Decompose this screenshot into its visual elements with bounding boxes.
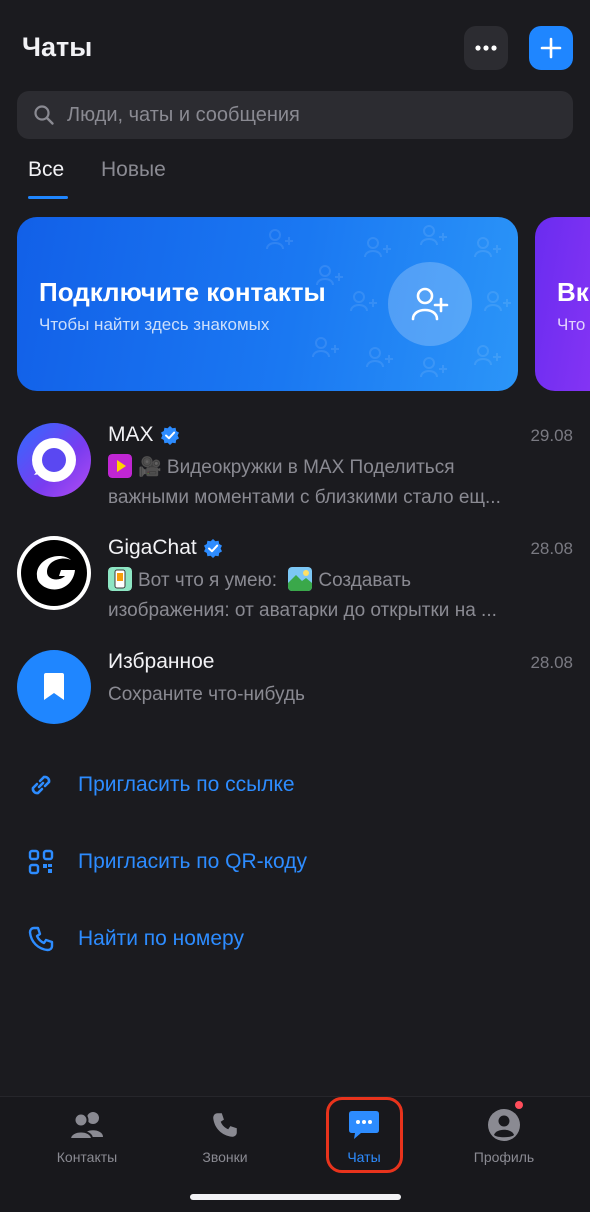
landscape-picture-icon xyxy=(288,567,313,591)
add-user-icon xyxy=(411,287,449,321)
phone-icon xyxy=(27,925,55,953)
verified-badge-icon xyxy=(203,539,222,558)
gigachat-logo-icon xyxy=(21,540,87,606)
chat-title: MAX xyxy=(108,423,154,446)
chat-preview-line2: изображения: от аватарки до открытки на … xyxy=(108,600,497,621)
chat-title: Избранное xyxy=(108,650,215,673)
chat-preview: Вот что я умею: Создавать изображения: о… xyxy=(108,566,553,626)
chat-name: Избранное xyxy=(108,650,214,674)
search-bar[interactable] xyxy=(17,91,573,139)
second-banner-title: Вк xyxy=(557,277,589,307)
qr-code-icon xyxy=(27,848,55,876)
profile-icon xyxy=(486,1107,522,1143)
tab-all[interactable]: Все xyxy=(28,158,64,182)
contacts-icon xyxy=(69,1107,105,1143)
chat-preview-line1: Сохраните что-нибудь xyxy=(108,684,305,705)
link-icon xyxy=(27,771,55,799)
verified-badge-icon xyxy=(160,426,179,445)
phone-icon xyxy=(207,1107,243,1143)
banner-add-contact-button[interactable] xyxy=(388,262,472,346)
nav-contacts[interactable]: Контакты xyxy=(27,1107,147,1173)
search-icon xyxy=(33,104,55,126)
chat-title: GigaChat xyxy=(108,536,197,559)
chat-name: GigaChat xyxy=(108,536,223,560)
chat-preview: Сохраните что-нибудь xyxy=(108,680,553,710)
bookmark-icon xyxy=(44,673,64,700)
second-banner[interactable]: Вк Что xyxy=(535,217,590,391)
nav-calls[interactable]: Звонки xyxy=(165,1107,285,1173)
chat-preview-line2: важными моментами с близкими стало ещ... xyxy=(108,487,501,508)
plus-icon xyxy=(540,37,562,59)
chat-preview: 🎥 Видеокружки в MAX Поделиться важными м… xyxy=(108,453,553,513)
video-play-icon xyxy=(108,454,132,478)
chat-row-saved[interactable]: Избранное 28.08 Сохраните что-нибудь xyxy=(0,650,590,762)
invite-by-qr-action[interactable]: Пригласить по QR-коду xyxy=(0,832,590,892)
banner-title: Подключите контакты xyxy=(39,277,326,307)
chat-preview-line1-end: Создавать xyxy=(318,570,411,591)
phone-picture-icon xyxy=(108,567,132,591)
new-chat-button[interactable] xyxy=(529,26,573,70)
header: Чаты xyxy=(0,0,590,90)
chat-date: 28.08 xyxy=(530,653,573,672)
page-title: Чаты xyxy=(22,32,93,62)
chat-date: 28.08 xyxy=(530,539,573,558)
active-tab-indicator xyxy=(28,196,68,199)
avatar xyxy=(17,650,91,724)
highlight-ring xyxy=(326,1097,403,1173)
nav-label: Контакты xyxy=(56,1149,118,1165)
tab-new[interactable]: Новые xyxy=(101,158,166,182)
nav-label: Профиль xyxy=(473,1149,535,1165)
action-label: Найти по номеру xyxy=(78,927,244,950)
nav-profile[interactable]: Профиль xyxy=(444,1107,564,1173)
chat-preview-line1: 🎥 Видеокружки в MAX Поделиться xyxy=(138,457,455,478)
chat-row-gigachat[interactable]: GigaChat 28.08 Вот что я умею: Создавать xyxy=(0,536,590,648)
connect-contacts-banner[interactable]: Подключите контакты Чтобы найти здесь зн… xyxy=(17,217,518,391)
invite-by-link-action[interactable]: Пригласить по ссылке xyxy=(0,755,590,815)
more-horizontal-icon xyxy=(475,45,497,51)
chats-screen: Чаты Все Новые xyxy=(0,0,590,1212)
home-indicator[interactable] xyxy=(190,1194,401,1200)
notification-dot xyxy=(515,1101,523,1109)
max-logo-icon xyxy=(32,438,76,482)
action-label: Пригласить по QR-коду xyxy=(78,850,308,873)
chat-date: 29.08 xyxy=(530,426,573,445)
nav-label: Звонки xyxy=(202,1149,248,1165)
avatar xyxy=(17,423,91,497)
tab-bar: Все Новые xyxy=(0,150,590,202)
banner-subtitle: Чтобы найти здесь знакомых xyxy=(39,315,270,334)
chat-name: MAX xyxy=(108,423,180,447)
chat-row-max[interactable]: MAX 29.08 🎥 Видеокружки в MAX Поделиться… xyxy=(0,423,590,535)
second-banner-subtitle: Что xyxy=(557,315,586,334)
find-by-number-action[interactable]: Найти по номеру xyxy=(0,909,590,969)
action-label: Пригласить по ссылке xyxy=(78,773,295,796)
search-input[interactable] xyxy=(67,103,573,127)
chat-preview-line1-start: Вот что я умею: xyxy=(138,570,278,591)
avatar xyxy=(17,536,91,610)
more-button[interactable] xyxy=(464,26,508,70)
